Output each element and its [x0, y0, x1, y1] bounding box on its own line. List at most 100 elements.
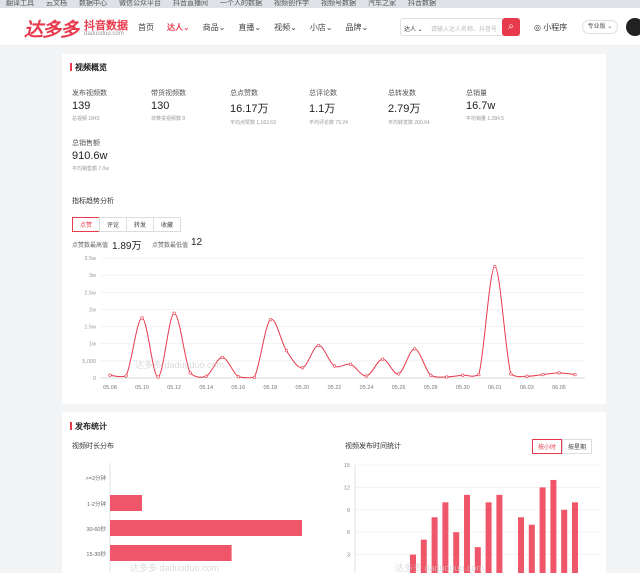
pro-version-button[interactable]: 专业版 ⌄: [582, 20, 618, 34]
bar: [518, 517, 524, 573]
bar: [550, 479, 557, 573]
time-title: 视频发布时间统计: [345, 443, 401, 450]
bar: [561, 509, 568, 573]
x-tick-label: 05.10: [135, 385, 149, 391]
logo[interactable]: 达多多: [24, 15, 79, 42]
bookmark-item[interactable]: 一个人的数据: [220, 0, 262, 8]
metric-tab[interactable]: 收藏: [153, 217, 182, 232]
x-tick-label: 06.03: [520, 385, 534, 391]
data-point: [268, 318, 272, 322]
main-nav: 首页 达人⌄ 商品⌄ 直播⌄ 视频⌄ 小店⌄ 品牌⌄: [138, 22, 381, 33]
bar: [496, 494, 503, 573]
metric-sub: 非带货视频数 9: [151, 116, 186, 122]
metric-item: 总销量 16.7w 平均销量 1,284.5: [466, 88, 504, 122]
y-tick-label: 2.5w: [84, 290, 96, 296]
duration-distribution-chart: >=2分钟 1-2分钟 30-60秒 15-30秒达多多 daduoduo.com: [86, 463, 302, 573]
y-tick-label: 5,000: [82, 359, 96, 365]
overview-title: 视频概览: [70, 62, 107, 73]
metric-sub: 平均评论数 79.24: [309, 120, 348, 126]
x-tick-label: 05.30: [456, 385, 470, 391]
peak-label: 点赞数最高值: [72, 243, 109, 249]
metric-label: 总点赞数: [230, 90, 258, 97]
bar: [110, 495, 142, 511]
metric-item: 发布视频数 139 总视频 1843: [72, 88, 107, 122]
data-point: [477, 372, 481, 377]
data-point: [493, 264, 497, 269]
y-tick-label: 0: [93, 376, 96, 382]
duration-title: 视频时长分布: [72, 443, 114, 450]
metric-tab[interactable]: 点赞: [72, 217, 101, 232]
like-trend-chart: 0 5,000 1w 1.5w 2w 2.5w 3w 3.5w 05.08 05.10 05.12 0…: [82, 256, 585, 391]
bookmark-item[interactable]: 抖音直播间: [173, 0, 208, 8]
nav-item[interactable]: 达人⌄: [167, 22, 190, 33]
metric-label: 总销量: [466, 90, 487, 97]
bookmark-item[interactable]: 视频号数据: [321, 0, 356, 8]
by-hour-button[interactable]: 按小时: [532, 439, 563, 454]
y-tick-label: 15: [344, 463, 350, 469]
bookmark-item[interactable]: 汽车之家: [368, 0, 396, 8]
bookmark-item[interactable]: 云文档: [46, 0, 67, 8]
data-point: [316, 343, 321, 348]
search-type-select[interactable]: 达人 ⌄: [404, 24, 423, 33]
x-tick-label: 05.20: [296, 385, 310, 391]
x-tick-label: 05.28: [424, 385, 438, 391]
search-box[interactable]: 达人 ⌄ 请输入达人名称、抖音号: [400, 18, 504, 36]
publish-title: 发布统计: [70, 421, 107, 432]
nav-item[interactable]: 品牌⌄: [346, 22, 369, 33]
metric-item: 总评论数 1.1万 平均评论数 79.24: [309, 88, 348, 126]
watermark: 达多多 daduoduo.com: [135, 359, 224, 370]
category-label: 30-60秒: [86, 525, 106, 533]
metric-sub: 平均销量 1,284.5: [466, 116, 505, 122]
data-point: [332, 364, 337, 368]
data-point: [188, 371, 192, 375]
avatar[interactable]: [626, 18, 640, 36]
search-icon: ⌕: [508, 21, 514, 32]
nav-item[interactable]: 直播⌄: [238, 22, 261, 33]
bookmark-item[interactable]: 抖音数据: [408, 0, 436, 8]
data-point: [413, 347, 417, 351]
y-tick-label: 12: [344, 485, 350, 491]
search-input[interactable]: 请输入达人名称、抖音号: [431, 24, 497, 33]
y-tick-label: 1.5w: [84, 325, 96, 331]
y-tick-label: 3w: [89, 273, 96, 279]
metric-tab[interactable]: 转发: [126, 217, 155, 232]
nav-item[interactable]: 商品⌄: [203, 22, 226, 33]
metric-value: 16.7w: [466, 100, 496, 112]
nav-item[interactable]: 视频⌄: [274, 22, 297, 33]
bar: [539, 487, 546, 573]
low-label: 点赞数最低值: [152, 243, 189, 249]
bar: [110, 545, 232, 561]
y-tick-label: 3.5w: [84, 256, 96, 262]
bookmark-item[interactable]: 视频创作学: [274, 0, 309, 8]
data-point: [364, 374, 369, 378]
nav-item[interactable]: 首页: [138, 22, 154, 33]
metric-value: 16.17万: [230, 103, 269, 115]
x-tick-label: 06.01: [488, 385, 502, 391]
bookmark-item[interactable]: 翻译工具: [6, 0, 34, 8]
metric-item: 总点赞数 16.17万 平均点赞数 1,163.63: [230, 88, 276, 126]
watermark: 达多多 daduoduo.com: [395, 562, 484, 573]
y-tick-label: 3: [347, 553, 350, 559]
metric-value: 2.79万: [388, 103, 421, 115]
nav-item[interactable]: 小店⌄: [310, 22, 333, 33]
mini-program-icon: ◎: [534, 23, 541, 32]
bar: [528, 524, 535, 573]
bookmark-item[interactable]: 数据中心: [79, 0, 107, 8]
search-button[interactable]: ⌕: [502, 18, 520, 36]
x-tick-label: 05.08: [103, 385, 117, 391]
metric-tab[interactable]: 评论: [99, 217, 128, 232]
data-point: [156, 375, 160, 379]
data-point: [284, 348, 288, 353]
mini-program-link[interactable]: ◎ 小程序: [534, 22, 567, 33]
bar: [110, 520, 302, 536]
data-point: [236, 375, 240, 379]
x-tick-label: 06.05: [552, 385, 566, 391]
low-value: 12: [191, 237, 203, 248]
by-week-button[interactable]: 按星期: [562, 439, 593, 454]
metric-sub: 平均销售额 7.0w: [72, 166, 109, 172]
metric-item: 总销售额 910.6w 平均销售额 7.0w: [72, 138, 109, 172]
metric-sub: 总视频 1843: [72, 116, 100, 122]
bookmark-item[interactable]: 微信公众平台: [119, 0, 161, 8]
category-label: 15-30秒: [86, 550, 106, 558]
metric-value: 910.6w: [72, 150, 108, 162]
